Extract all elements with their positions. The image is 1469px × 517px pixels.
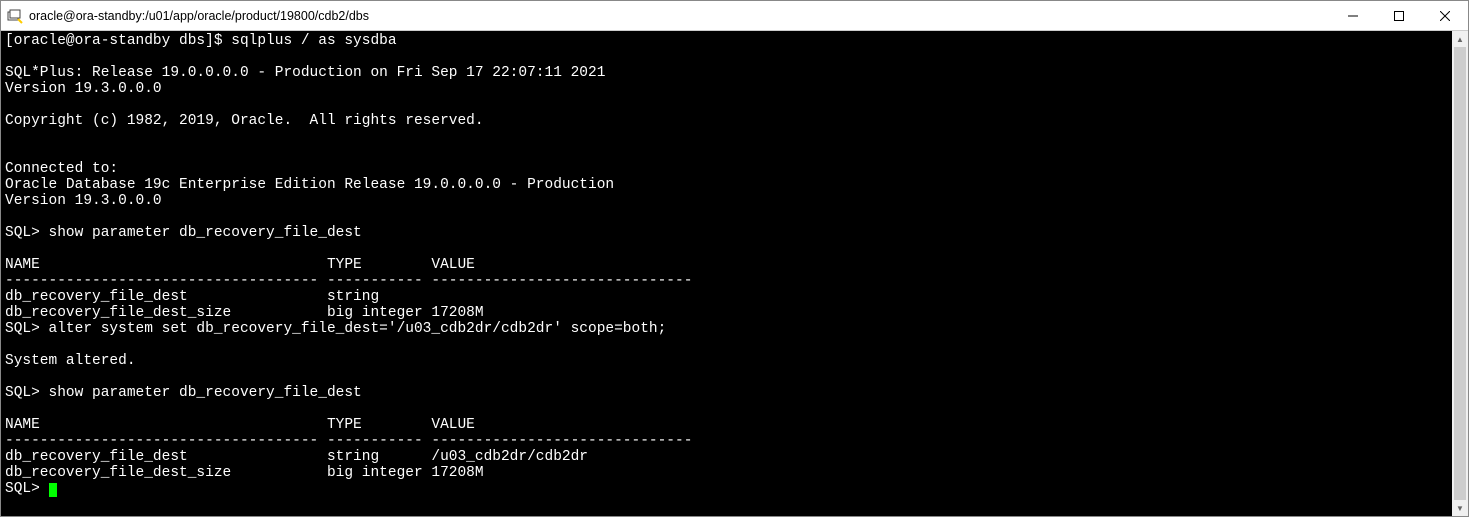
maximize-button[interactable] — [1376, 1, 1422, 30]
window-controls — [1330, 1, 1468, 30]
terminal-output[interactable]: [oracle@ora-standby dbs]$ sqlplus / as s… — [1, 31, 1452, 516]
scroll-up-arrow[interactable]: ▲ — [1452, 31, 1468, 47]
window-title: oracle@ora-standby:/u01/app/oracle/produ… — [29, 9, 1330, 23]
terminal-cursor — [49, 483, 57, 497]
scrollbar-thumb[interactable] — [1454, 47, 1466, 500]
titlebar: oracle@ora-standby:/u01/app/oracle/produ… — [1, 1, 1468, 31]
scrollbar-track[interactable] — [1452, 47, 1468, 500]
terminal-window: oracle@ora-standby:/u01/app/oracle/produ… — [0, 0, 1469, 517]
vertical-scrollbar[interactable]: ▲ ▼ — [1452, 31, 1468, 516]
scroll-down-arrow[interactable]: ▼ — [1452, 500, 1468, 516]
app-icon — [7, 8, 23, 24]
terminal-area: [oracle@ora-standby dbs]$ sqlplus / as s… — [1, 31, 1468, 516]
minimize-button[interactable] — [1330, 1, 1376, 30]
close-button[interactable] — [1422, 1, 1468, 30]
